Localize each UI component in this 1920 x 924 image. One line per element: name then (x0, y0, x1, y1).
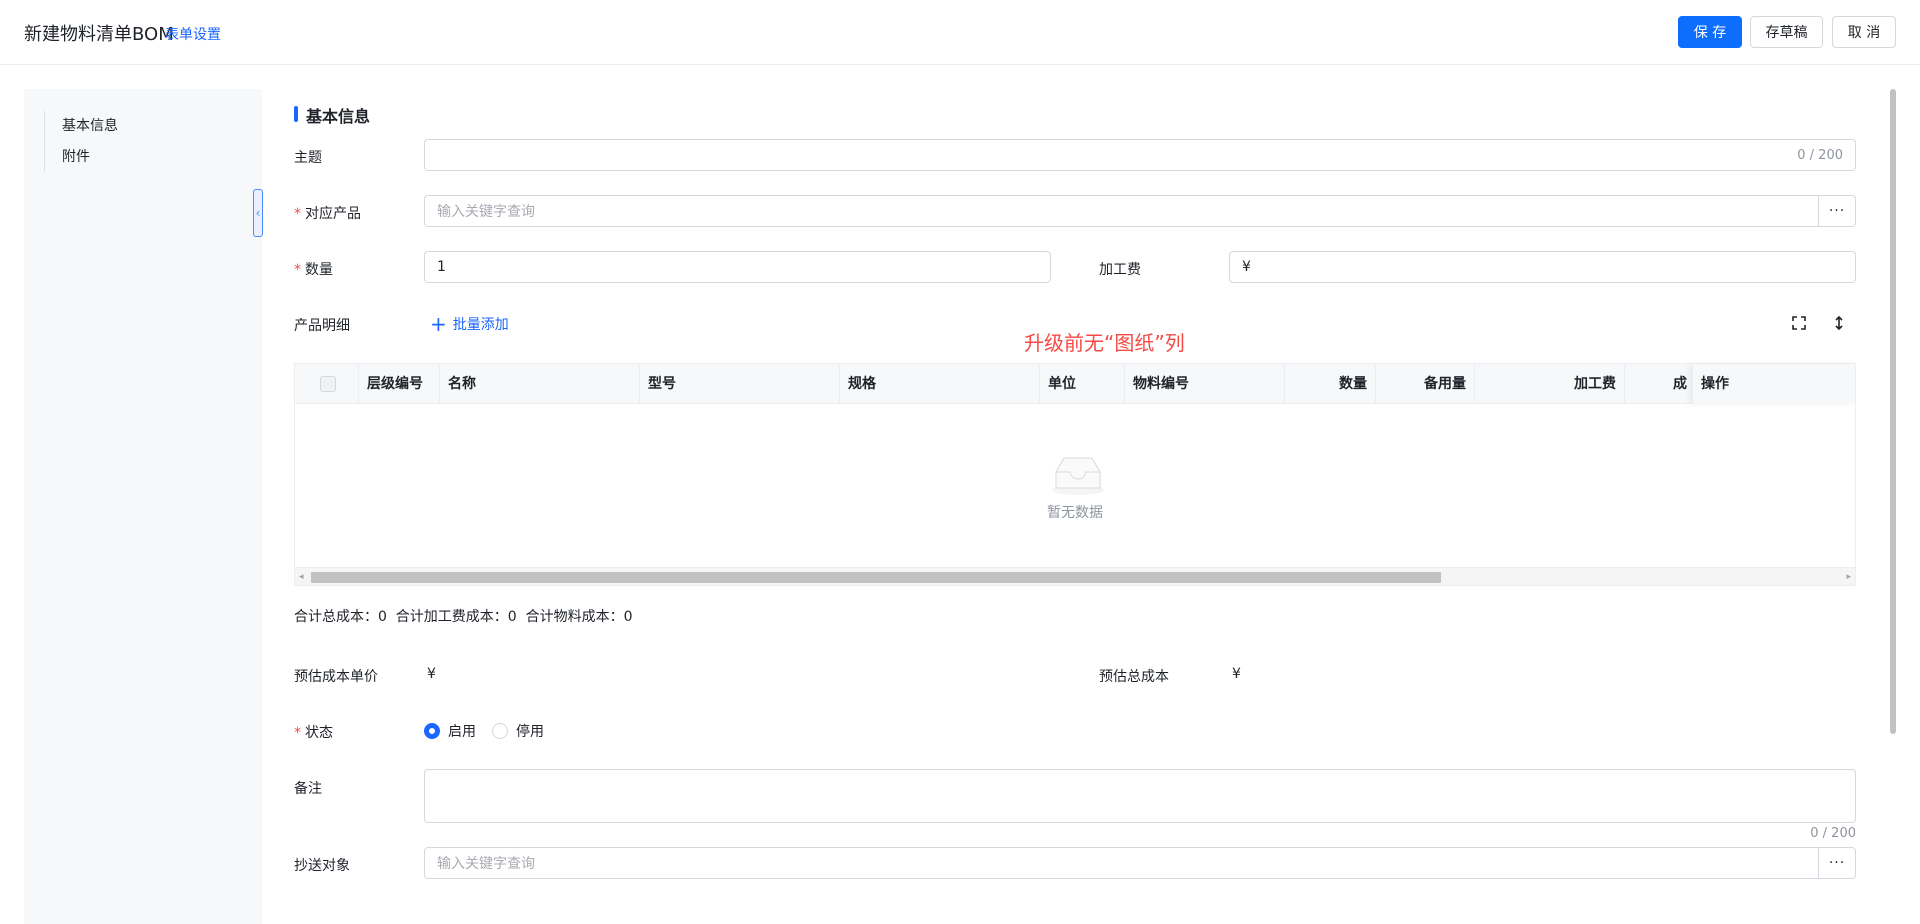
radio-label: 启用 (448, 724, 476, 740)
column-header: 型号 (640, 364, 840, 404)
cc-label: 抄送对象 (294, 858, 350, 874)
remark-textarea[interactable] (424, 769, 1856, 823)
batch-add-button[interactable]: + 批量添加 (430, 314, 509, 334)
column-header: 操作 (1701, 376, 1729, 392)
processing-fee-input[interactable]: ¥ (1229, 251, 1856, 283)
product-detail-label: 产品明细 (294, 318, 350, 334)
scroll-right-icon[interactable]: ▸ (1846, 572, 1851, 582)
est-total-cost-label: 预估总成本 (1099, 669, 1169, 685)
radio-unchecked (492, 723, 508, 739)
row-height-icon[interactable] (1829, 313, 1849, 333)
product-more-button[interactable]: ··· (1818, 195, 1856, 227)
status-label: * 状态 (294, 725, 333, 741)
chevron-left-icon: ‹ (255, 206, 261, 220)
status-label-text: 状态 (305, 725, 333, 741)
product-label-text: 对应产品 (305, 206, 361, 222)
save-button[interactable]: 保 存 (1678, 16, 1742, 48)
status-radio-enabled[interactable]: 启用 (424, 721, 476, 741)
status-radio-disabled[interactable]: 停用 (492, 721, 544, 741)
column-header: 物料编号 (1125, 364, 1285, 404)
page-title: 新建物料清单BOM (24, 24, 174, 45)
save-draft-button[interactable]: 存草稿 (1750, 16, 1823, 48)
table-header: 层级编号 名称 型号 规格 单位 物料编号 数量 备用量 加工费 成 操作 (295, 364, 1855, 404)
page-header: 新建物料清单BOM 表单设置 保 存 存草稿 取 消 (0, 0, 1920, 65)
cc-more-button[interactable]: ··· (1818, 847, 1856, 879)
product-label: * 对应产品 (294, 206, 361, 222)
plus-icon: + (430, 312, 447, 336)
product-input[interactable]: 输入关键字查询 (424, 195, 1820, 227)
annotation-text: 升级前无“图纸”列 (1024, 331, 1185, 355)
select-all-cell (295, 364, 359, 404)
more-icon: ··· (1828, 855, 1846, 871)
horizontal-scrollbar[interactable]: ◂ ▸ (295, 567, 1855, 585)
fullscreen-icon[interactable] (1789, 313, 1809, 333)
column-header: 规格 (840, 364, 1040, 404)
nav-line (44, 111, 45, 171)
cost-totals: 合计总成本：0 合计加工费成本：0 合计物料成本：0 (294, 609, 633, 625)
column-header: 数量 (1285, 364, 1376, 404)
processing-fee-value: ¥ (1242, 259, 1251, 275)
nav-item-basic-info[interactable]: 基本信息 (62, 115, 118, 135)
select-all-checkbox[interactable] (320, 376, 336, 392)
column-header: 层级编号 (359, 364, 440, 404)
operation-column-header: 操作 (1693, 364, 1855, 404)
collapse-nav-button[interactable]: ‹ (253, 189, 263, 237)
column-header: 加工费 (1475, 364, 1625, 404)
anchor-nav: 基本信息 附件 (24, 89, 262, 924)
product-detail-table: 层级编号 名称 型号 规格 单位 物料编号 数量 备用量 加工费 成 操作 暂无… (294, 363, 1856, 586)
remark-char-count: 0 / 200 (1810, 826, 1856, 841)
section-marker (294, 106, 298, 122)
vertical-scrollbar[interactable] (1890, 89, 1896, 734)
column-header: 备用量 (1376, 364, 1475, 404)
quantity-value: 1 (437, 259, 446, 275)
remark-label: 备注 (294, 781, 322, 797)
more-icon: ··· (1828, 203, 1846, 219)
radio-checked (424, 723, 440, 739)
radio-label: 停用 (516, 724, 544, 740)
quantity-label-text: 数量 (305, 262, 333, 278)
cancel-button[interactable]: 取 消 (1832, 16, 1896, 48)
empty-text: 暂无数据 (1047, 505, 1103, 521)
quantity-input[interactable]: 1 (424, 251, 1051, 283)
est-unit-cost-label: 预估成本单价 (294, 669, 378, 685)
column-header: 名称 (440, 364, 640, 404)
scroll-left-icon[interactable]: ◂ (299, 572, 304, 582)
subject-input[interactable]: 0 / 200 (424, 139, 1856, 171)
est-unit-cost-value: ¥ (427, 666, 436, 682)
cc-input[interactable]: 输入关键字查询 (424, 847, 1820, 879)
est-total-cost-value: ¥ (1232, 666, 1241, 682)
quantity-label: * 数量 (294, 262, 333, 278)
subject-label: 主题 (294, 150, 322, 166)
form-settings-link[interactable]: 表单设置 (165, 24, 221, 44)
scrollbar-thumb[interactable] (311, 572, 1441, 583)
batch-add-label: 批量添加 (452, 317, 509, 333)
column-header: 单位 (1040, 364, 1125, 404)
product-placeholder: 输入关键字查询 (437, 204, 535, 220)
nav-item-attachments[interactable]: 附件 (62, 146, 90, 166)
cc-placeholder: 输入关键字查询 (437, 856, 535, 872)
processing-fee-label: 加工费 (1099, 262, 1141, 278)
subject-char-count: 0 / 200 (1797, 147, 1843, 163)
empty-box-icon (1052, 457, 1104, 495)
section-title: 基本信息 (306, 107, 371, 126)
column-header: 成 (1673, 376, 1687, 392)
